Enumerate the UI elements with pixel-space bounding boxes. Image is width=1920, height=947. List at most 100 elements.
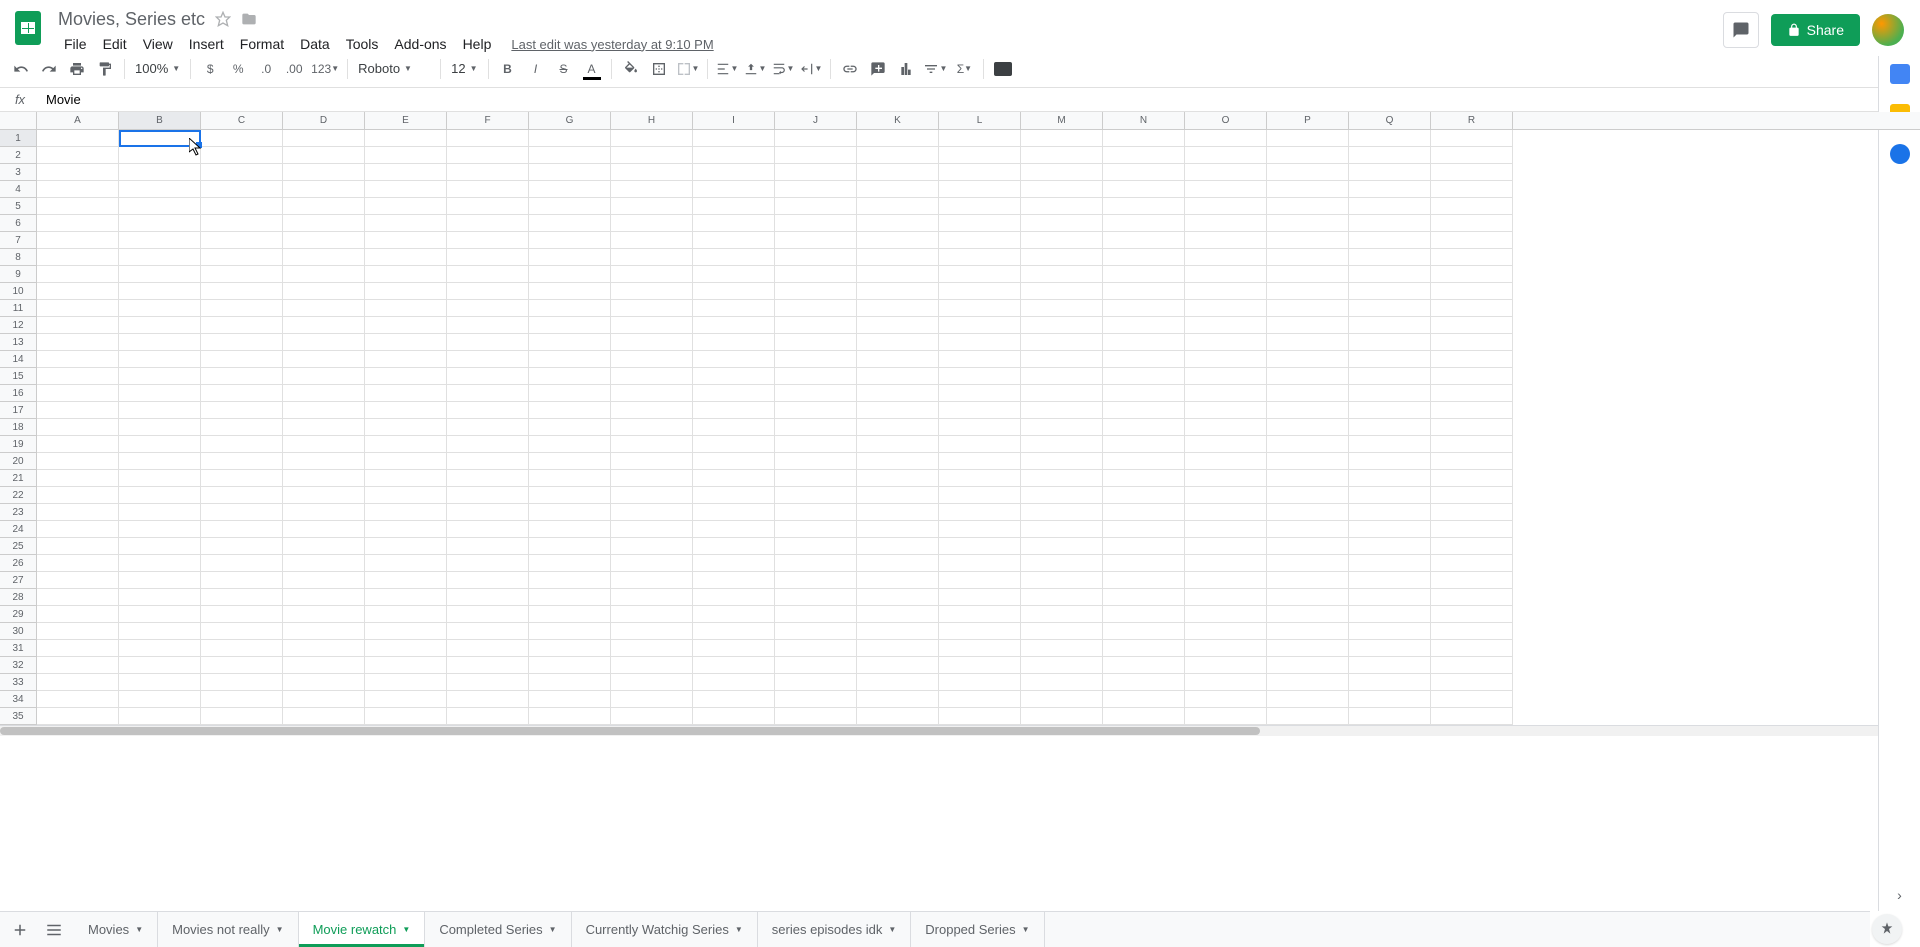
cell[interactable] — [119, 317, 201, 334]
cell[interactable] — [529, 606, 611, 623]
cell[interactable] — [283, 249, 365, 266]
currency-button[interactable]: $ — [197, 56, 223, 82]
cell[interactable] — [1185, 130, 1267, 147]
cell[interactable] — [1431, 436, 1513, 453]
cell[interactable] — [1267, 215, 1349, 232]
cell[interactable] — [37, 674, 119, 691]
row-header[interactable]: 26 — [0, 555, 36, 572]
cell[interactable] — [447, 504, 529, 521]
cell[interactable] — [857, 385, 939, 402]
cell[interactable] — [119, 266, 201, 283]
cell[interactable] — [119, 300, 201, 317]
cell[interactable] — [37, 351, 119, 368]
cell[interactable] — [529, 691, 611, 708]
cell[interactable] — [529, 334, 611, 351]
cell[interactable] — [693, 572, 775, 589]
cell[interactable] — [37, 521, 119, 538]
cell[interactable] — [1349, 487, 1431, 504]
cell[interactable] — [529, 674, 611, 691]
cell[interactable] — [1103, 368, 1185, 385]
cell[interactable] — [1349, 606, 1431, 623]
cell[interactable] — [365, 334, 447, 351]
cell[interactable] — [283, 487, 365, 504]
cell[interactable] — [365, 555, 447, 572]
cell[interactable] — [939, 555, 1021, 572]
cell[interactable] — [283, 181, 365, 198]
cell[interactable] — [37, 504, 119, 521]
cell[interactable] — [1267, 470, 1349, 487]
cell[interactable] — [447, 130, 529, 147]
cell[interactable] — [1349, 266, 1431, 283]
cell[interactable] — [775, 470, 857, 487]
cell[interactable] — [1185, 708, 1267, 725]
cell[interactable] — [201, 555, 283, 572]
cell[interactable] — [529, 572, 611, 589]
cell[interactable] — [1267, 368, 1349, 385]
row-header[interactable]: 29 — [0, 606, 36, 623]
cell[interactable] — [1021, 317, 1103, 334]
cell[interactable] — [939, 521, 1021, 538]
cell[interactable] — [201, 470, 283, 487]
cell[interactable] — [693, 300, 775, 317]
cell[interactable] — [1185, 623, 1267, 640]
cell[interactable] — [1431, 317, 1513, 334]
cell[interactable] — [1349, 453, 1431, 470]
cell[interactable] — [201, 215, 283, 232]
cell[interactable] — [1185, 504, 1267, 521]
cell[interactable] — [1185, 181, 1267, 198]
cell[interactable] — [283, 504, 365, 521]
cell[interactable] — [857, 283, 939, 300]
cell[interactable] — [1431, 504, 1513, 521]
cell[interactable] — [939, 419, 1021, 436]
cell[interactable] — [201, 232, 283, 249]
cell[interactable] — [529, 351, 611, 368]
cell[interactable] — [119, 198, 201, 215]
cell[interactable] — [201, 487, 283, 504]
cell[interactable] — [37, 198, 119, 215]
cell[interactable] — [447, 623, 529, 640]
cell[interactable] — [37, 283, 119, 300]
column-header[interactable]: O — [1185, 112, 1267, 129]
cell[interactable] — [939, 453, 1021, 470]
strikethrough-button[interactable]: S — [551, 56, 577, 82]
horizontal-scrollbar[interactable] — [0, 725, 1909, 736]
cell[interactable] — [365, 402, 447, 419]
cell[interactable] — [693, 521, 775, 538]
cell[interactable] — [611, 266, 693, 283]
cell[interactable] — [1267, 572, 1349, 589]
cell[interactable] — [857, 606, 939, 623]
cell[interactable] — [939, 198, 1021, 215]
cell[interactable] — [1103, 419, 1185, 436]
cell[interactable] — [693, 487, 775, 504]
print-button[interactable] — [64, 56, 90, 82]
cell[interactable] — [1021, 470, 1103, 487]
cell[interactable] — [857, 130, 939, 147]
cell[interactable] — [857, 538, 939, 555]
all-sheets-button[interactable] — [44, 920, 64, 940]
cell[interactable] — [1185, 487, 1267, 504]
row-header[interactable]: 31 — [0, 640, 36, 657]
cell[interactable] — [283, 198, 365, 215]
cell[interactable] — [611, 402, 693, 419]
cell[interactable] — [857, 436, 939, 453]
cell[interactable] — [1103, 470, 1185, 487]
cell[interactable] — [37, 419, 119, 436]
cell[interactable] — [693, 657, 775, 674]
cell[interactable] — [611, 419, 693, 436]
cell[interactable] — [1021, 657, 1103, 674]
menu-file[interactable]: File — [56, 34, 95, 54]
row-header[interactable]: 33 — [0, 674, 36, 691]
cell[interactable] — [611, 249, 693, 266]
cell[interactable] — [1185, 691, 1267, 708]
cell[interactable] — [939, 215, 1021, 232]
cell[interactable] — [1431, 708, 1513, 725]
cell[interactable] — [1103, 555, 1185, 572]
cell[interactable] — [447, 368, 529, 385]
paint-format-button[interactable] — [92, 56, 118, 82]
cell[interactable] — [939, 130, 1021, 147]
cell[interactable] — [939, 623, 1021, 640]
cell[interactable] — [447, 215, 529, 232]
cell[interactable] — [119, 708, 201, 725]
cell[interactable] — [119, 657, 201, 674]
cell[interactable] — [939, 470, 1021, 487]
